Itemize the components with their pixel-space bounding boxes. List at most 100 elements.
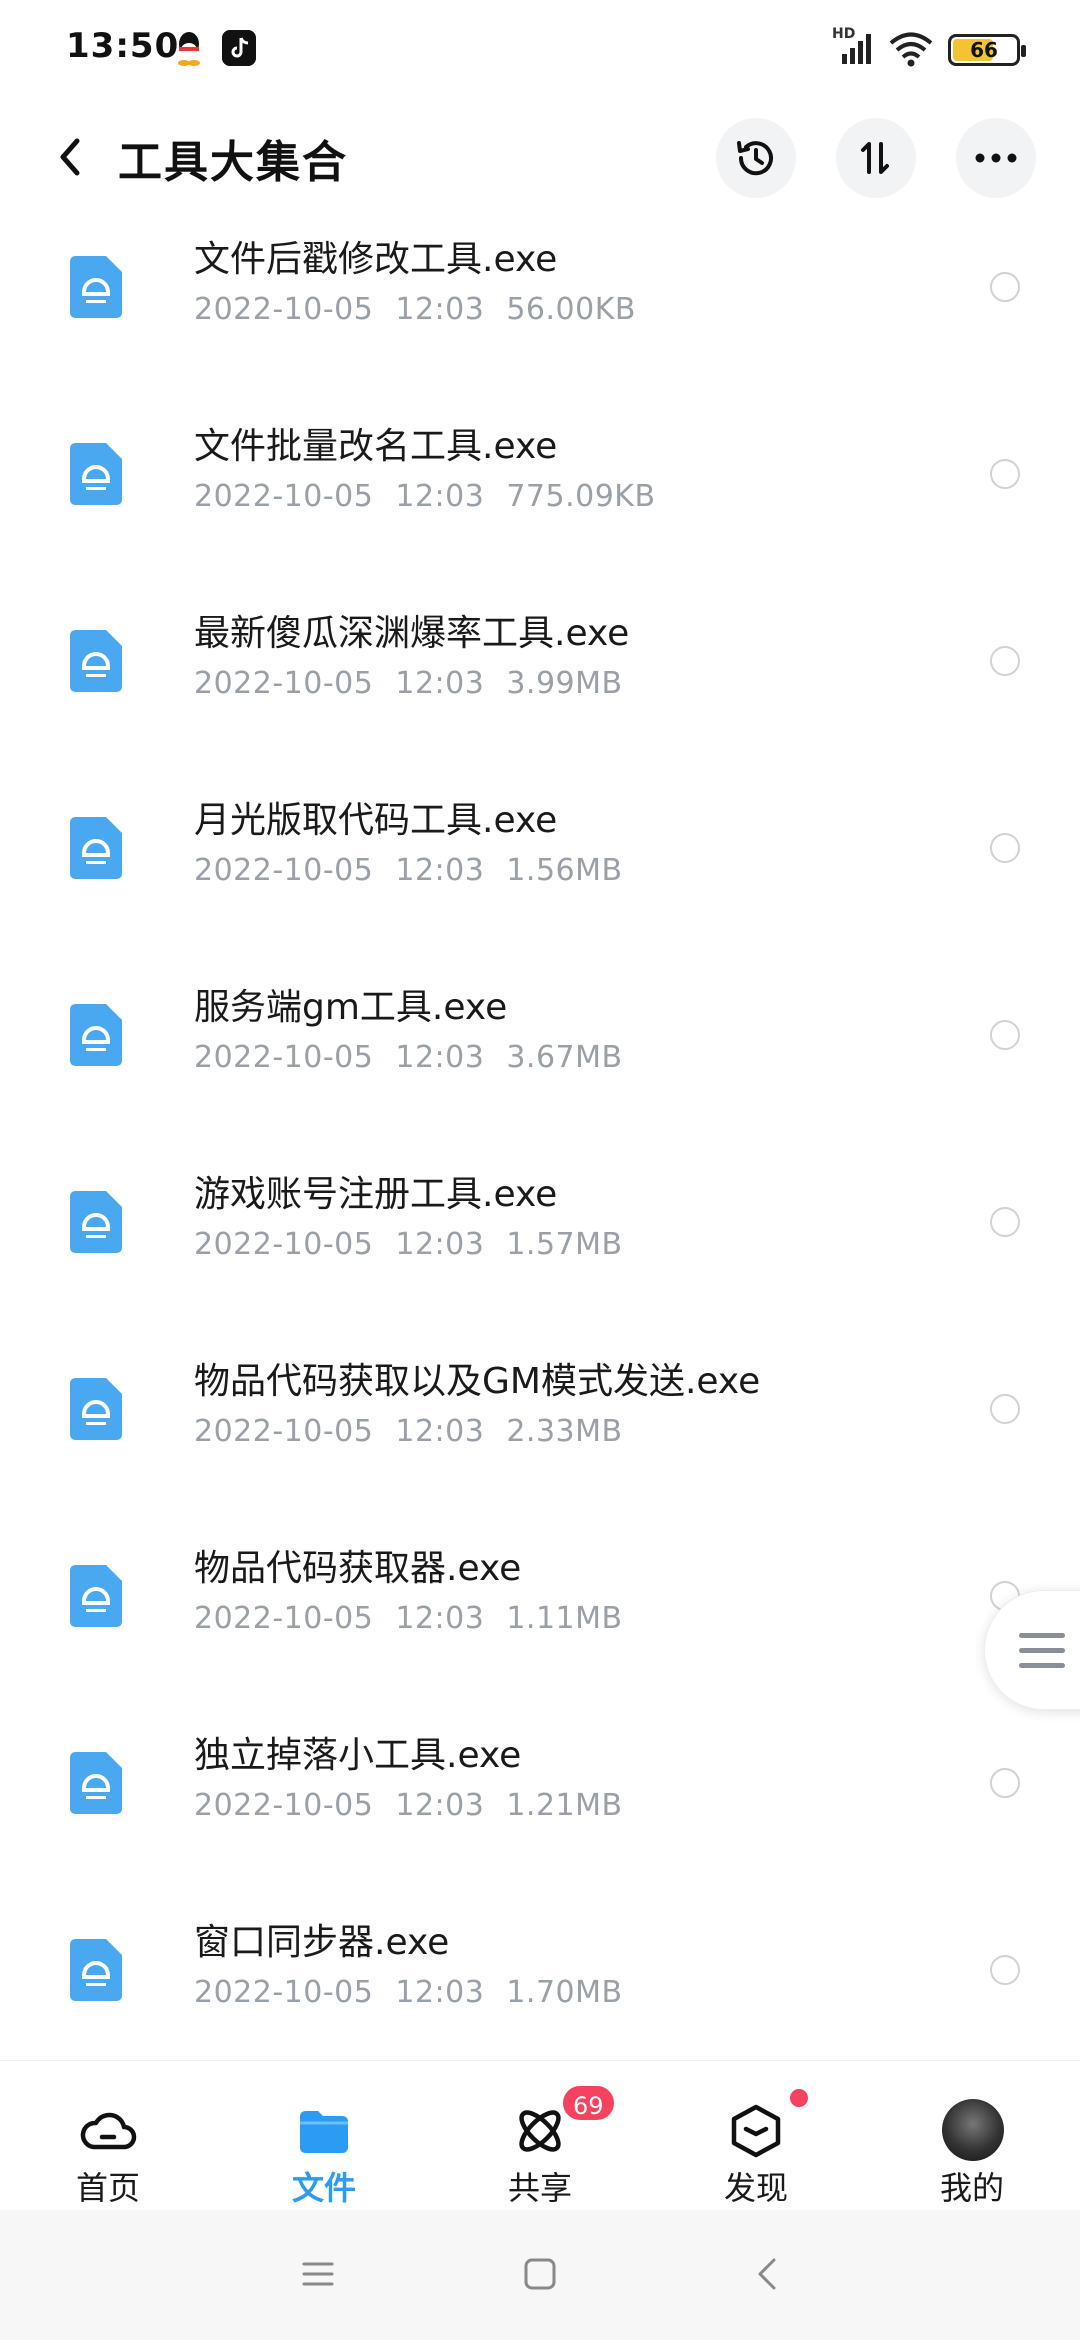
file-row[interactable]: 文件批量改名工具.exe 2022-10-05 12:03 775.09KB: [0, 397, 1080, 584]
select-radio[interactable]: [990, 646, 1020, 676]
file-date: 2022-10-05: [194, 1414, 374, 1449]
file-meta: 2022-10-05 12:03 56.00KB: [194, 292, 658, 327]
nav-profile[interactable]: 我的: [864, 2061, 1080, 2211]
nav-share-label: 共享: [507, 2169, 572, 2207]
file-name: 窗口同步器.exe: [194, 1922, 450, 1963]
select-radio[interactable]: [990, 1020, 1020, 1050]
exe-file-icon: [70, 256, 122, 318]
file-row[interactable]: 物品代码获取以及GM模式发送.exe 2022-10-05 12:03 2.33MB: [0, 1332, 1080, 1519]
file-row[interactable]: 服务端gm工具.exe 2022-10-05 12:03 3.67MB: [0, 958, 1080, 1145]
page-title: 工具大集合: [118, 137, 348, 188]
file-time: 12:03: [395, 1601, 485, 1636]
file-date: 2022-10-05: [194, 1227, 374, 1262]
file-meta: 2022-10-05 12:03 1.56MB: [194, 853, 645, 888]
nav-discover[interactable]: 发现: [648, 2061, 864, 2211]
select-radio[interactable]: [990, 272, 1020, 302]
exe-file-icon: [70, 1939, 122, 2001]
battery-icon: 66: [948, 34, 1026, 66]
file-name: 物品代码获取以及GM模式发送.exe: [194, 1361, 761, 1402]
file-list: 文件后戳修改工具.exe 2022-10-05 12:03 56.00KB 文件批量改名…: [0, 210, 1080, 2060]
nav-share[interactable]: 共享: [432, 2061, 648, 2211]
more-icon: [975, 153, 1017, 163]
file-row[interactable]: 最新傻瓜深渊爆率工具.exe 2022-10-05 12:03 3.99MB: [0, 584, 1080, 771]
nav-home-label: 首页: [75, 2169, 140, 2207]
file-name: 最新傻瓜深渊爆率工具.exe: [194, 613, 630, 654]
select-radio[interactable]: [990, 1207, 1020, 1237]
nav-profile-label: 我的: [939, 2169, 1004, 2207]
file-date: 2022-10-05: [194, 292, 374, 327]
select-radio[interactable]: [990, 1394, 1020, 1424]
discover-cube-icon: [731, 2104, 781, 2158]
file-meta: 2022-10-05 12:03 3.67MB: [194, 1040, 645, 1075]
exe-file-icon: [70, 1191, 122, 1253]
nav-home[interactable]: 首页: [0, 2061, 216, 2211]
file-name: 物品代码获取器.exe: [194, 1548, 522, 1589]
file-size: 1.70MB: [506, 1975, 623, 2010]
file-row[interactable]: 文件后戳修改工具.exe 2022-10-05 12:03 56.00KB: [0, 210, 1080, 397]
file-meta: 2022-10-05 12:03 775.09KB: [194, 479, 678, 514]
file-meta: 2022-10-05 12:03 3.99MB: [194, 666, 645, 701]
battery-text: 66: [970, 38, 998, 62]
file-name: 文件批量改名工具.exe: [194, 426, 558, 467]
file-name: 文件后戳修改工具.exe: [194, 239, 558, 280]
history-icon: [737, 141, 773, 176]
discover-notification-dot: [790, 2089, 808, 2107]
menu-icon[interactable]: [298, 2254, 338, 2294]
file-size: 1.57MB: [506, 1227, 623, 1262]
select-radio[interactable]: [990, 459, 1020, 489]
file-name: 服务端gm工具.exe: [194, 987, 508, 1028]
share-count-badge: 69: [560, 2083, 617, 2123]
file-name: 独立掉落小工具.exe: [194, 1735, 522, 1776]
select-radio[interactable]: [990, 1768, 1020, 1798]
file-time: 12:03: [395, 1975, 485, 2010]
system-navigation-bar: [0, 2210, 1080, 2340]
file-size: 56.00KB: [506, 292, 636, 327]
file-time: 12:03: [395, 292, 485, 327]
file-size: 2.33MB: [506, 1414, 623, 1449]
file-size: 1.21MB: [506, 1788, 623, 1823]
file-size: 775.09KB: [506, 479, 656, 514]
nav-discover-label: 发现: [723, 2169, 788, 2207]
exe-file-icon: [70, 817, 122, 879]
back-button[interactable]: [40, 122, 100, 192]
file-meta: 2022-10-05 12:03 1.21MB: [194, 1788, 645, 1823]
file-time: 12:03: [395, 1414, 485, 1449]
select-radio[interactable]: [990, 833, 1020, 863]
exe-file-icon: [70, 1752, 122, 1814]
qq-icon: [178, 32, 200, 66]
exe-file-icon: [70, 630, 122, 692]
file-size: 3.67MB: [506, 1040, 623, 1075]
exe-file-icon: [70, 443, 122, 505]
sort-button[interactable]: [836, 118, 916, 198]
file-date: 2022-10-05: [194, 1975, 374, 2010]
file-row[interactable]: 独立掉落小工具.exe 2022-10-05 12:03 1.21MB: [0, 1706, 1080, 1893]
more-button[interactable]: [956, 118, 1036, 198]
file-time: 12:03: [395, 479, 485, 514]
cloud-icon: [80, 2112, 137, 2150]
file-row[interactable]: 游戏账号注册工具.exe 2022-10-05 12:03 1.57MB: [0, 1145, 1080, 1332]
file-row[interactable]: 窗口同步器.exe 2022-10-05 12:03 1.70MB: [0, 1893, 1080, 2060]
folder-icon: [300, 2111, 348, 2153]
file-row[interactable]: 物品代码获取器.exe 2022-10-05 12:03 1.11MB: [0, 1519, 1080, 1706]
back-triangle-icon[interactable]: [748, 2254, 788, 2294]
file-name: 月光版取代码工具.exe: [194, 800, 558, 841]
select-radio[interactable]: [990, 1955, 1020, 1985]
home-square-icon[interactable]: [520, 2254, 560, 2294]
file-meta: 2022-10-05 12:03 2.33MB: [194, 1414, 645, 1449]
exe-file-icon: [70, 1565, 122, 1627]
top-app-bar: 工具大集合: [0, 100, 1080, 210]
tiktok-icon: [222, 30, 256, 66]
file-meta: 2022-10-05 12:03 1.57MB: [194, 1227, 645, 1262]
file-row[interactable]: 月光版取代码工具.exe 2022-10-05 12:03 1.56MB: [0, 771, 1080, 958]
file-date: 2022-10-05: [194, 1040, 374, 1075]
sort-icon: [861, 142, 889, 174]
status-time: 13:50: [66, 26, 180, 66]
nav-files[interactable]: 文件: [216, 2061, 432, 2211]
file-name: 游戏账号注册工具.exe: [194, 1174, 558, 1215]
battery-tip: [1021, 45, 1026, 57]
history-button[interactable]: [716, 118, 796, 198]
file-time: 12:03: [395, 666, 485, 701]
nav-files-label: 文件: [291, 2169, 356, 2207]
exe-file-icon: [70, 1004, 122, 1066]
file-date: 2022-10-05: [194, 666, 374, 701]
